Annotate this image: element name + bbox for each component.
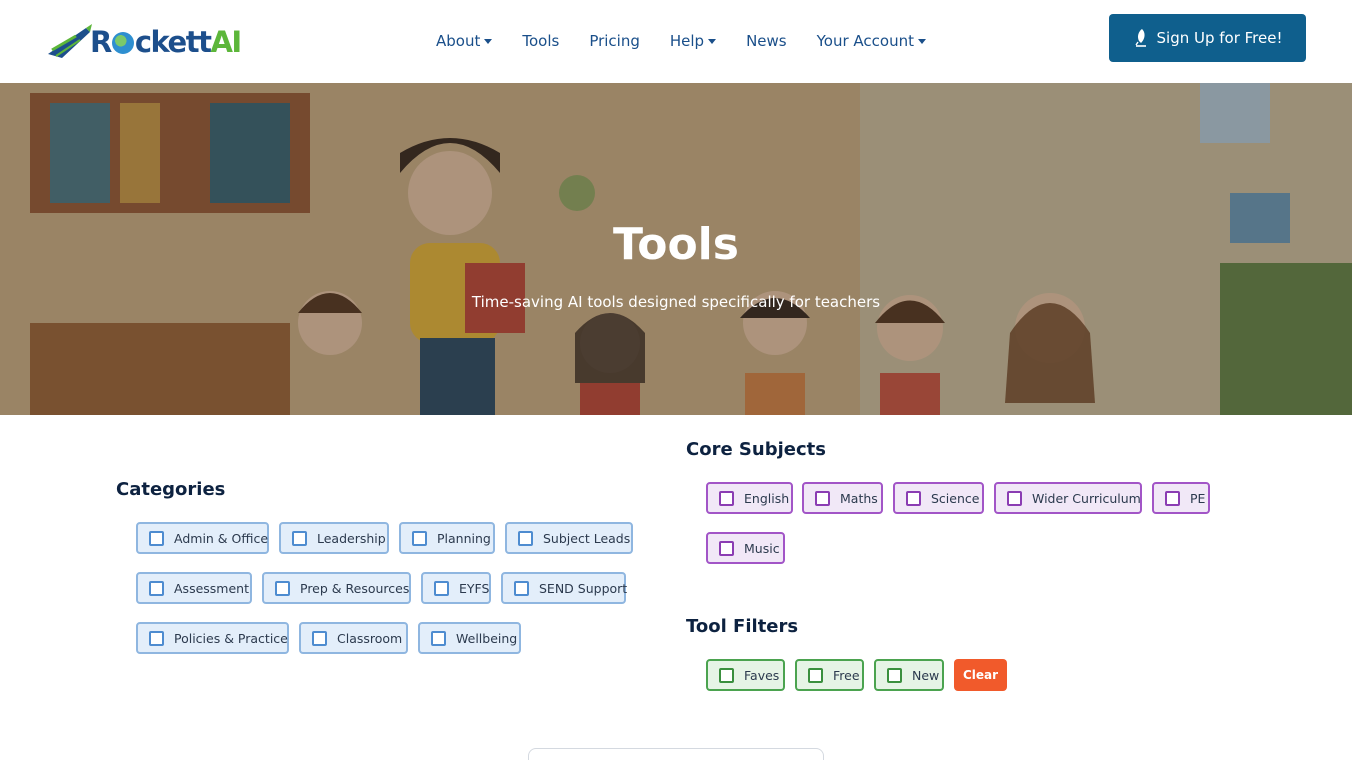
page-subtitle: Time-saving AI tools designed specifical…	[471, 293, 881, 311]
hero-banner: Tools Time-saving AI tools designed spec…	[0, 83, 1352, 415]
checkbox-icon[interactable]	[292, 530, 307, 546]
checkbox-icon[interactable]	[149, 580, 164, 596]
globe-icon	[111, 32, 134, 54]
category-prep-resources[interactable]: Prep & Resources	[262, 572, 411, 604]
checkbox-icon[interactable]	[149, 530, 164, 546]
nav-help[interactable]: Help	[670, 32, 717, 50]
main-nav: About Tools Pricing Help News Your Accou…	[436, 30, 956, 52]
checkbox-icon[interactable]	[434, 580, 449, 596]
checkbox-icon[interactable]	[906, 490, 921, 506]
checkbox-icon[interactable]	[887, 667, 902, 683]
subject-music[interactable]: Music	[706, 532, 785, 564]
category-planning[interactable]: Planning	[399, 522, 495, 554]
subject-science[interactable]: Science	[893, 482, 984, 514]
category-subject-leads[interactable]: Subject Leads	[505, 522, 633, 554]
rockettai-logo[interactable]: RckettAI	[46, 22, 242, 62]
nav-news[interactable]: News	[746, 32, 787, 50]
category-send-support[interactable]: SEND Support	[501, 572, 627, 604]
category-wellbeing[interactable]: Wellbeing	[418, 622, 521, 654]
nav-about[interactable]: About	[436, 32, 493, 50]
checkbox-icon[interactable]	[275, 580, 290, 596]
nav-tools[interactable]: Tools	[522, 32, 559, 50]
caret-down-icon	[708, 38, 717, 44]
subject-pe[interactable]: PE	[1152, 482, 1210, 514]
subject-wider-curriculum[interactable]: Wider Curriculum	[994, 482, 1142, 514]
checkbox-icon[interactable]	[719, 540, 734, 556]
top-navbar: RckettAI About Tools Pricing Help News Y…	[0, 0, 1352, 83]
checkbox-icon[interactable]	[149, 630, 164, 646]
category-leadership[interactable]: Leadership	[279, 522, 389, 554]
nav-your-account[interactable]: Your Account	[817, 32, 926, 50]
category-policies-practice[interactable]: Policies & Practice	[136, 622, 289, 654]
checkbox-icon[interactable]	[808, 667, 823, 683]
categories-heading: Categories	[116, 479, 226, 500]
rocket-icon	[1133, 28, 1149, 48]
checkbox-icon[interactable]	[412, 530, 427, 546]
rocket-logo-icon	[48, 24, 92, 58]
clear-filters-button[interactable]: Clear	[954, 659, 1007, 691]
checkbox-icon[interactable]	[431, 630, 446, 646]
sign-up-button[interactable]: Sign Up for Free!	[1109, 14, 1306, 62]
caret-down-icon	[484, 38, 493, 44]
checkbox-icon[interactable]	[514, 580, 529, 596]
checkbox-icon[interactable]	[518, 530, 533, 546]
tool-filters-heading: Tool Filters	[686, 616, 799, 637]
caret-down-icon	[917, 38, 926, 44]
category-classroom[interactable]: Classroom	[299, 622, 408, 654]
subject-english[interactable]: English	[706, 482, 793, 514]
filter-free[interactable]: Free	[795, 659, 864, 691]
category-assessment[interactable]: Assessment	[136, 572, 252, 604]
filter-new[interactable]: New	[874, 659, 944, 691]
subject-maths[interactable]: Maths	[802, 482, 883, 514]
category-admin-office[interactable]: Admin & Office	[136, 522, 269, 554]
checkbox-icon[interactable]	[1007, 490, 1022, 506]
logo-wordmark: RckettAI	[90, 25, 242, 59]
filter-faves[interactable]: Faves	[706, 659, 785, 691]
search-input[interactable]	[528, 748, 824, 760]
category-eyfs[interactable]: EYFS	[421, 572, 491, 604]
checkbox-icon[interactable]	[719, 490, 734, 506]
checkbox-icon[interactable]	[815, 490, 830, 506]
sign-up-label: Sign Up for Free!	[1156, 29, 1283, 47]
checkbox-icon[interactable]	[1165, 490, 1180, 506]
checkbox-icon[interactable]	[719, 667, 734, 683]
page-title: Tools	[613, 219, 739, 270]
nav-pricing[interactable]: Pricing	[589, 32, 640, 50]
checkbox-icon[interactable]	[312, 630, 327, 646]
core-subjects-heading: Core Subjects	[686, 439, 826, 460]
